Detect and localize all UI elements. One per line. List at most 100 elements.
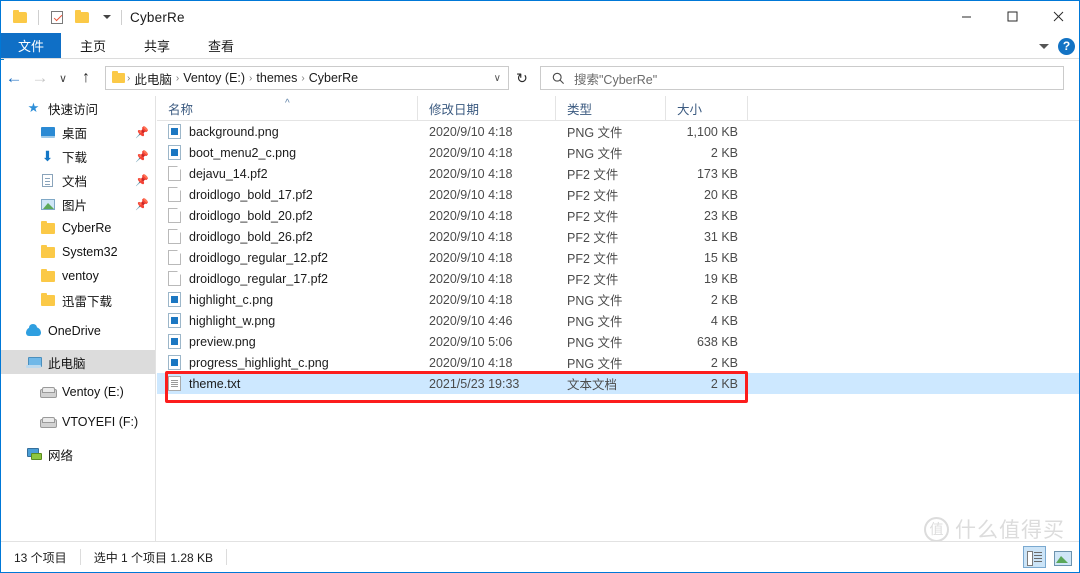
file-name: droidlogo_regular_12.pf2 — [189, 250, 328, 265]
navigation-pane[interactable]: ★ 快速访问 桌面 📌 ⬇ 下载 📌 文档 📌 图片 📌 CyberRe Sys… — [1, 96, 156, 541]
column-header-label: 名称 — [168, 102, 194, 117]
file-name-cell: preview.png — [157, 334, 418, 349]
tab-home[interactable]: 主页 — [61, 33, 125, 58]
folder-icon[interactable] — [10, 7, 30, 27]
table-row[interactable]: droidlogo_bold_17.pf2 2020/9/10 4:18 PF2… — [157, 184, 1079, 205]
sidebar-item-label: 文档 — [62, 174, 88, 189]
search-input[interactable]: 搜索"CyberRe" — [540, 66, 1064, 90]
sidebar-item-onedrive[interactable]: OneDrive — [1, 319, 155, 343]
search-icon — [552, 72, 564, 84]
sidebar-item-vtoyefi-drive[interactable]: VTOYEFI (F:) — [1, 410, 155, 434]
new-folder-icon[interactable] — [72, 7, 92, 27]
table-row[interactable]: preview.png 2020/9/10 5:06 PNG 文件 638 KB — [157, 331, 1079, 352]
details-view-button[interactable] — [1023, 546, 1046, 568]
table-row[interactable]: theme.txt 2021/5/23 19:33 文本文档 2 KB — [157, 373, 1079, 394]
file-date: 2020/9/10 4:18 — [429, 271, 513, 286]
address-bar[interactable]: › 此电脑 › Ventoy (E:) › themes › CyberRe ∨ — [105, 66, 509, 90]
file-name: droidlogo_regular_17.pf2 — [189, 271, 328, 286]
sidebar-item-network[interactable]: 网络 — [1, 442, 155, 466]
pictures-icon — [39, 196, 56, 212]
sidebar-item-cyberre[interactable]: CyberRe — [1, 216, 155, 240]
sidebar-item-xunlei-downloads[interactable]: 迅雷下载 — [1, 288, 155, 312]
file-size: 638 KB — [696, 334, 738, 349]
file-name-cell: droidlogo_regular_12.pf2 — [157, 250, 418, 265]
download-icon: ⬇ — [41, 147, 54, 164]
desktop-icon — [39, 124, 56, 140]
png-file-icon — [168, 334, 181, 349]
table-row[interactable]: highlight_w.png 2020/9/10 4:46 PNG 文件 4 … — [157, 310, 1079, 331]
file-type: PNG 文件 — [567, 336, 623, 350]
chevron-down-icon[interactable]: ∨ — [494, 73, 504, 84]
column-header-name[interactable]: 名称 ^ — [157, 96, 418, 121]
pin-icon[interactable]: 📌 — [135, 150, 149, 163]
generic-file-icon — [168, 250, 181, 265]
file-list-pane[interactable]: 名称 ^ 修改日期 类型 大小 background.png 2020/9/10… — [157, 96, 1079, 541]
sidebar-item-desktop[interactable]: 桌面 📌 — [1, 120, 155, 144]
close-button[interactable] — [1035, 1, 1079, 32]
generic-file-icon — [168, 229, 181, 244]
back-button[interactable]: ← — [1, 65, 27, 91]
chevron-down-icon[interactable] — [1039, 43, 1049, 49]
refresh-icon[interactable]: ↻ — [509, 66, 535, 90]
breadcrumb-item-ventoy[interactable]: Ventoy (E:) — [180, 71, 248, 85]
up-button[interactable]: ↑ — [73, 65, 99, 91]
breadcrumb-item-this-pc[interactable]: 此电脑 — [131, 69, 175, 88]
column-header-date[interactable]: 修改日期 — [418, 96, 556, 121]
table-row[interactable]: droidlogo_bold_26.pf2 2020/9/10 4:18 PF2… — [157, 226, 1079, 247]
pin-icon[interactable]: 📌 — [135, 126, 149, 139]
sidebar-item-this-pc[interactable]: 此电脑 — [1, 350, 155, 374]
pin-icon[interactable]: 📌 — [135, 198, 149, 211]
tab-view[interactable]: 查看 — [189, 33, 253, 58]
properties-icon[interactable] — [47, 7, 67, 27]
file-date: 2020/9/10 4:18 — [429, 166, 513, 181]
sidebar-item-documents[interactable]: 文档 📌 — [1, 168, 155, 192]
breadcrumb-item-cyberre[interactable]: CyberRe — [306, 71, 361, 85]
sidebar-item-ventoy[interactable]: ventoy — [1, 264, 155, 288]
table-row[interactable]: dejavu_14.pf2 2020/9/10 4:18 PF2 文件 173 … — [157, 163, 1079, 184]
help-icon[interactable]: ? — [1058, 37, 1075, 55]
file-name-cell: droidlogo_bold_20.pf2 — [157, 208, 418, 223]
large-icons-view-button[interactable] — [1050, 546, 1073, 568]
document-icon — [39, 172, 56, 188]
maximize-button[interactable] — [989, 1, 1035, 32]
table-row[interactable]: droidlogo_bold_20.pf2 2020/9/10 4:18 PF2… — [157, 205, 1079, 226]
table-row[interactable]: boot_menu2_c.png 2020/9/10 4:18 PNG 文件 2… — [157, 142, 1079, 163]
sidebar-item-label: ventoy — [62, 269, 99, 283]
file-type: PF2 文件 — [567, 189, 619, 203]
png-file-icon — [168, 355, 181, 370]
file-type: PNG 文件 — [567, 147, 623, 161]
column-header-type[interactable]: 类型 — [556, 96, 666, 121]
sidebar-item-pictures[interactable]: 图片 📌 — [1, 192, 155, 216]
minimize-button[interactable] — [943, 1, 989, 32]
file-size: 4 KB — [710, 313, 738, 328]
file-name: background.png — [189, 124, 279, 139]
table-row[interactable]: highlight_c.png 2020/9/10 4:18 PNG 文件 2 … — [157, 289, 1079, 310]
file-type: PF2 文件 — [567, 210, 619, 224]
forward-button[interactable]: → — [27, 65, 53, 91]
tab-file[interactable]: 文件 — [1, 33, 62, 58]
breadcrumb-item-themes[interactable]: themes — [253, 71, 300, 85]
file-name: highlight_w.png — [189, 313, 276, 328]
sidebar-item-quick-access[interactable]: ★ 快速访问 — [1, 96, 155, 120]
sidebar-item-downloads[interactable]: ⬇ 下载 📌 — [1, 144, 155, 168]
star-icon: ★ — [27, 100, 40, 115]
cloud-icon — [25, 323, 42, 339]
generic-file-icon — [168, 187, 181, 202]
pin-icon[interactable]: 📌 — [135, 174, 149, 187]
table-row[interactable]: background.png 2020/9/10 4:18 PNG 文件 1,1… — [157, 121, 1079, 142]
sidebar-item-label: 此电脑 — [48, 356, 86, 371]
sidebar-item-ventoy-drive[interactable]: Ventoy (E:) — [1, 380, 155, 404]
tab-share[interactable]: 共享 — [125, 33, 189, 58]
file-date: 2021/5/23 19:33 — [429, 376, 520, 391]
column-header-size[interactable]: 大小 — [666, 96, 748, 121]
sidebar-item-system32[interactable]: System32 — [1, 240, 155, 264]
table-row[interactable]: progress_highlight_c.png 2020/9/10 4:18 … — [157, 352, 1079, 373]
sidebar-item-label: 迅雷下载 — [62, 294, 113, 309]
title-divider — [121, 9, 122, 25]
recent-locations-button[interactable]: ∨ — [53, 65, 73, 91]
table-row[interactable]: droidlogo_regular_17.pf2 2020/9/10 4:18 … — [157, 268, 1079, 289]
table-row[interactable]: droidlogo_regular_12.pf2 2020/9/10 4:18 … — [157, 247, 1079, 268]
file-name-cell: highlight_c.png — [157, 292, 418, 307]
text-file-icon — [168, 376, 181, 391]
customize-caret-icon[interactable] — [97, 7, 117, 27]
